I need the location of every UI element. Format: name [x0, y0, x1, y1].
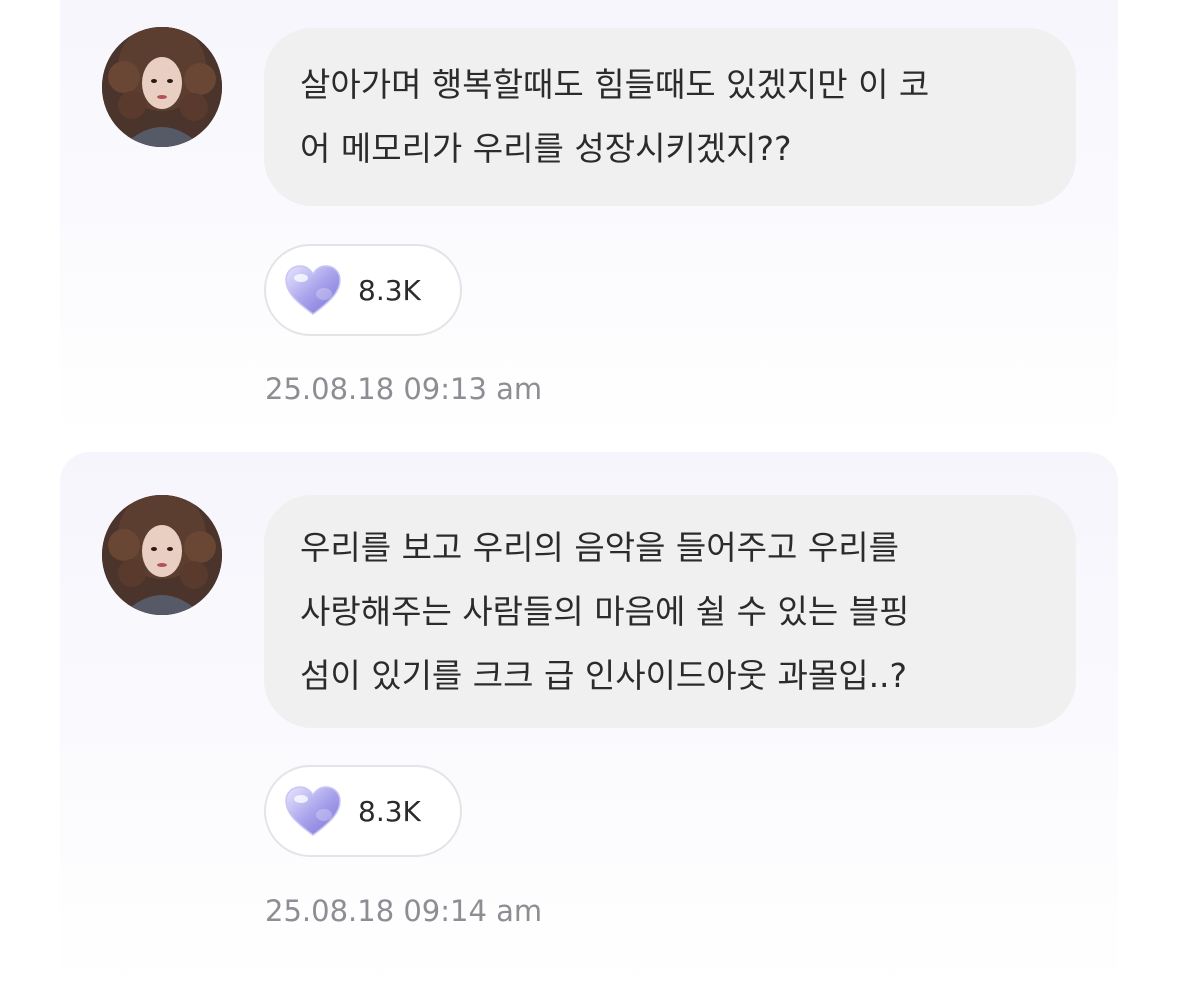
message-card: 우리를 보고 우리의 음악을 들어주고 우리를 사랑해주는 사람들의 마음에 쉴…	[60, 452, 1118, 992]
timestamp: 25.08.18 09:14 am	[265, 894, 543, 928]
like-button[interactable]: 8.3K	[264, 765, 462, 857]
message-line: 우리를 보고 우리의 음악을 들어주고 우리를	[300, 527, 899, 567]
message-bubble: 살아가며 행복할때도 힘들때도 있겠지만 이 코 어 메모리가 우리를 성장시키…	[264, 28, 1076, 206]
avatar[interactable]	[102, 27, 222, 147]
timestamp: 25.08.18 09:13 am	[265, 372, 543, 406]
heart-icon	[285, 265, 341, 315]
message-bubble: 우리를 보고 우리의 음악을 들어주고 우리를 사랑해주는 사람들의 마음에 쉴…	[264, 495, 1076, 728]
message-line: 어 메모리가 우리를 성장시키겠지??	[300, 129, 792, 168]
avatar[interactable]	[102, 495, 222, 615]
message-line: 사랑해주는 사람들의 마음에 쉴 수 있는 블핑	[300, 591, 910, 631]
heart-icon	[285, 786, 341, 836]
message-line: 섬이 있기를 크크 급 인사이드아웃 과몰입..?	[300, 655, 908, 695]
like-count: 8.3K	[358, 273, 421, 307]
like-count: 8.3K	[358, 794, 421, 828]
like-button[interactable]: 8.3K	[264, 244, 462, 336]
message-line: 살아가며 행복할때도 힘들때도 있겠지만 이 코	[300, 65, 930, 104]
message-card: 살아가며 행복할때도 힘들때도 있겠지만 이 코 어 메모리가 우리를 성장시키…	[60, 0, 1118, 440]
